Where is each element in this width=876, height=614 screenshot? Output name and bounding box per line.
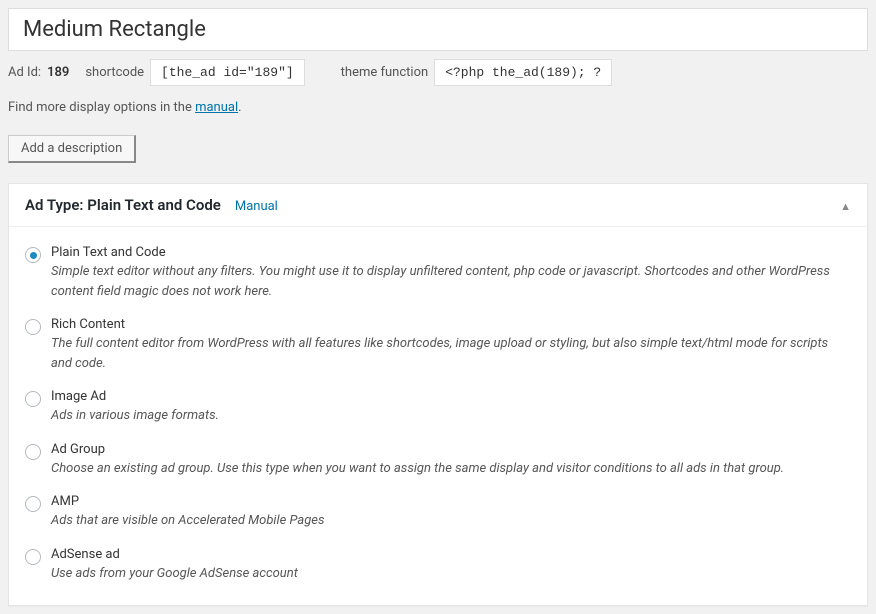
radio-content: Image Ad Ads in various image formats. bbox=[51, 389, 851, 426]
radio-title[interactable]: AMP bbox=[51, 494, 851, 509]
radio-item: Rich Content The full content editor from… bbox=[25, 317, 851, 373]
radio-item: AdSense ad Use ads from your Google AdSen… bbox=[25, 547, 851, 584]
meta-row: Ad Id: 189 shortcode [the_ad id="189"] t… bbox=[8, 59, 868, 86]
panel-body: Plain Text and Code Simple text editor wi… bbox=[9, 227, 867, 605]
collapse-icon[interactable]: ▲ bbox=[840, 200, 851, 213]
radio-button[interactable] bbox=[25, 496, 41, 512]
info-suffix: . bbox=[238, 100, 241, 115]
shortcode-label: shortcode bbox=[85, 65, 144, 80]
radio-description: Simple text editor without any filters. … bbox=[51, 262, 851, 301]
radio-button[interactable] bbox=[25, 247, 41, 263]
radio-button[interactable] bbox=[25, 549, 41, 565]
page-title: Medium Rectangle bbox=[23, 17, 853, 42]
radio-description: Choose an existing ad group. Use this ty… bbox=[51, 459, 851, 479]
manual-link[interactable]: manual bbox=[195, 100, 238, 115]
shortcode-value[interactable]: [the_ad id="189"] bbox=[150, 59, 305, 86]
radio-title[interactable]: Ad Group bbox=[51, 442, 851, 457]
radio-title[interactable]: Image Ad bbox=[51, 389, 851, 404]
theme-function-label: theme function bbox=[341, 65, 429, 80]
radio-content: AdSense ad Use ads from your Google AdSen… bbox=[51, 547, 851, 584]
radio-button[interactable] bbox=[25, 391, 41, 407]
ad-id-value: 189 bbox=[47, 65, 69, 80]
radio-item: Image Ad Ads in various image formats. bbox=[25, 389, 851, 426]
info-prefix: Find more display options in the bbox=[8, 100, 195, 115]
info-line: Find more display options in the manual. bbox=[8, 100, 868, 115]
add-description-button[interactable]: Add a description bbox=[8, 135, 136, 163]
panel-header: Ad Type: Plain Text and Code Manual ▲ bbox=[9, 184, 867, 227]
theme-function-value[interactable]: <?php the_ad(189); ? bbox=[434, 59, 612, 86]
radio-description: Ads that are visible on Accelerated Mobi… bbox=[51, 511, 851, 531]
radio-content: AMP Ads that are visible on Accelerated M… bbox=[51, 494, 851, 531]
radio-description: Use ads from your Google AdSense account bbox=[51, 564, 851, 584]
radio-button[interactable] bbox=[25, 319, 41, 335]
radio-item: Ad Group Choose an existing ad group. Use… bbox=[25, 442, 851, 479]
radio-item: Plain Text and Code Simple text editor wi… bbox=[25, 245, 851, 301]
panel-manual-link[interactable]: Manual bbox=[235, 199, 278, 214]
radio-description: The full content editor from WordPress w… bbox=[51, 334, 851, 373]
radio-button[interactable] bbox=[25, 444, 41, 460]
radio-title[interactable]: AdSense ad bbox=[51, 547, 851, 562]
radio-content: Ad Group Choose an existing ad group. Use… bbox=[51, 442, 851, 479]
radio-description: Ads in various image formats. bbox=[51, 406, 851, 426]
radio-title[interactable]: Rich Content bbox=[51, 317, 851, 332]
ad-type-panel: Ad Type: Plain Text and Code Manual ▲ Pl… bbox=[8, 183, 868, 606]
radio-item: AMP Ads that are visible on Accelerated M… bbox=[25, 494, 851, 531]
title-box: Medium Rectangle bbox=[8, 8, 868, 51]
panel-heading: Ad Type: Plain Text and Code bbox=[25, 196, 221, 214]
radio-content: Plain Text and Code Simple text editor wi… bbox=[51, 245, 851, 301]
radio-content: Rich Content The full content editor from… bbox=[51, 317, 851, 373]
ad-id-label: Ad Id: bbox=[8, 65, 41, 80]
radio-title[interactable]: Plain Text and Code bbox=[51, 245, 851, 260]
